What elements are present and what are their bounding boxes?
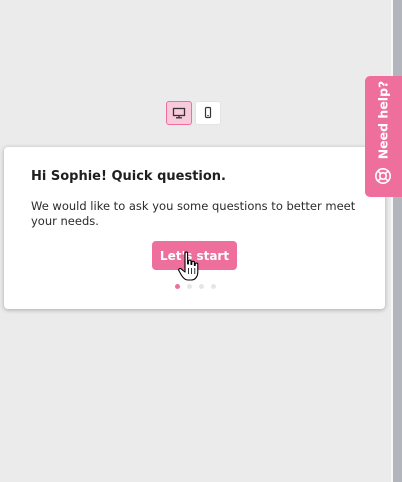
mobile-view-button[interactable] [195, 101, 221, 125]
onboarding-modal: Hi Sophie! Quick question. We would like… [4, 147, 385, 309]
desktop-view-button[interactable] [166, 101, 192, 125]
modal-title: Hi Sophie! Quick question. [31, 169, 226, 184]
step-indicator [175, 284, 216, 289]
scrollbar-track[interactable] [393, 0, 402, 482]
modal-body-text: We would like to ask you some questions … [31, 199, 356, 228]
hand-pointer-cursor-icon [178, 251, 199, 281]
device-preview-toggle [166, 101, 221, 125]
lifebuoy-icon [375, 168, 391, 184]
step-dot-1[interactable] [175, 284, 180, 289]
need-help-tab[interactable]: Need help? [365, 76, 402, 197]
step-dot-4[interactable] [211, 284, 216, 289]
mobile-icon [204, 106, 212, 119]
need-help-label: Need help? [375, 80, 391, 160]
step-dot-3[interactable] [199, 284, 204, 289]
desktop-icon [172, 107, 186, 119]
step-dot-2[interactable] [187, 284, 192, 289]
